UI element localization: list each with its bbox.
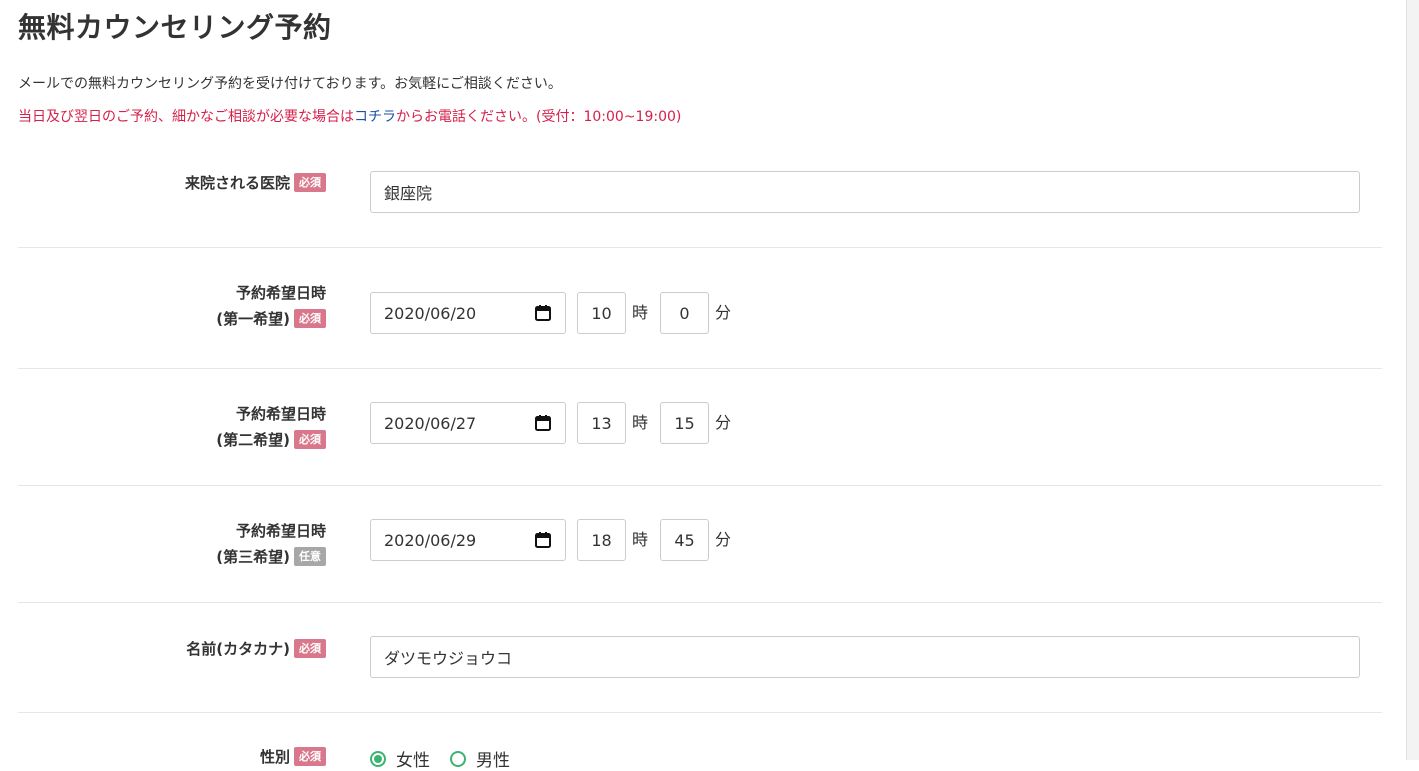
first-choice-row: 予約希望日時 (第一希望) 必須 2020/06/20 10 時 0 分: [18, 247, 1382, 369]
first-choice-minute-value: 0: [679, 303, 690, 323]
gender-label-text: 性別: [259, 748, 290, 766]
second-choice-label: 予約希望日時 (第二希望) 必須: [216, 401, 326, 453]
third-choice-date-value: 2020/06/29: [384, 530, 477, 550]
first-choice-hour-input[interactable]: 10: [577, 292, 626, 334]
clinic-label: 来院される医院 必須: [185, 170, 326, 196]
name-kana-field[interactable]: ダツモウジョウコ: [370, 636, 1360, 678]
clinic-field[interactable]: 銀座院: [370, 171, 1360, 213]
name-kana-row: 名前(カタカナ) 必須 ダツモウジョウコ: [18, 602, 1382, 713]
first-choice-label-line2: (第一希望): [216, 310, 290, 328]
name-kana-label-text: 名前(カタカナ): [186, 640, 290, 658]
required-badge: 必須: [294, 309, 326, 328]
third-choice-date-input[interactable]: 2020/06/29: [370, 519, 566, 561]
third-choice-hour-input[interactable]: 18: [577, 519, 626, 561]
second-choice-label-line2: (第二希望): [216, 431, 290, 449]
phone-notice: 当日及び翌日のご予約、細かなご相談が必要な場合はコチラからお電話ください。(受付…: [18, 106, 681, 126]
second-choice-date-input[interactable]: 2020/06/27: [370, 402, 566, 444]
name-kana-value: ダツモウジョウコ: [384, 649, 513, 668]
hour-unit: 時: [632, 413, 649, 432]
third-choice-minute-value: 45: [674, 530, 695, 550]
second-choice-minute-input[interactable]: 15: [660, 402, 709, 444]
phone-link[interactable]: コチラ: [354, 109, 396, 125]
calendar-icon[interactable]: [534, 414, 552, 432]
notice-text-before: 当日及び翌日のご予約、細かなご相談が必要な場合は: [18, 109, 354, 125]
calendar-icon[interactable]: [534, 531, 552, 549]
gender-radio-group: 女性 男性: [370, 746, 510, 771]
first-choice-label: 予約希望日時 (第一希望) 必須: [216, 280, 326, 332]
clinic-label-text: 来院される医院: [184, 174, 290, 192]
notice-text-after: からお電話ください。(受付：10:00~19:00): [396, 109, 682, 125]
required-badge: 必須: [294, 430, 326, 449]
second-choice-row: 予約希望日時 (第二希望) 必須 2020/06/27 13 時 15 分: [18, 368, 1382, 486]
minute-unit: 分: [715, 303, 732, 322]
intro-text: メールでの無料カウンセリング予約を受け付けております。お気軽にご相談ください。: [18, 76, 562, 92]
clinic-row: 来院される医院 必須 銀座院: [18, 150, 1382, 248]
second-choice-hour-input[interactable]: 13: [577, 402, 626, 444]
third-choice-minute-input[interactable]: 45: [660, 519, 709, 561]
first-choice-label-line1: 予約希望日時: [235, 284, 326, 302]
required-badge: 必須: [294, 747, 326, 766]
third-choice-label-line2: (第三希望): [216, 548, 290, 566]
required-badge: 必須: [294, 173, 326, 192]
radio-button-female[interactable]: [370, 750, 386, 767]
second-choice-hour-value: 13: [591, 413, 612, 433]
first-choice-date-input[interactable]: 2020/06/20: [370, 292, 566, 334]
third-choice-label-line1: 予約希望日時: [235, 522, 326, 540]
page-title: 無料カウンセリング予約: [18, 11, 332, 44]
optional-badge: 任意: [294, 547, 326, 566]
required-badge: 必須: [294, 639, 326, 658]
third-choice-label: 予約希望日時 (第三希望) 任意: [216, 518, 326, 570]
gender-option-female: 女性: [396, 751, 430, 771]
second-choice-date-value: 2020/06/27: [384, 413, 477, 433]
hour-unit: 時: [632, 303, 649, 322]
gender-label: 性別 必須: [260, 744, 326, 770]
minute-unit: 分: [715, 413, 732, 432]
second-choice-minute-value: 15: [674, 413, 695, 433]
second-choice-label-line1: 予約希望日時: [235, 405, 326, 423]
calendar-icon[interactable]: [534, 304, 552, 322]
radio-button-male[interactable]: [450, 750, 466, 767]
first-choice-minute-input[interactable]: 0: [660, 292, 709, 334]
page-scrollbar[interactable]: [1406, 0, 1419, 760]
gender-option-male: 男性: [476, 751, 510, 771]
third-choice-hour-value: 18: [591, 530, 612, 550]
hour-unit: 時: [632, 530, 649, 549]
first-choice-date-value: 2020/06/20: [384, 303, 477, 323]
third-choice-row: 予約希望日時 (第三希望) 任意 2020/06/29 18 時 45 分: [18, 485, 1382, 603]
name-kana-label: 名前(カタカナ) 必須: [186, 636, 326, 662]
minute-unit: 分: [715, 530, 732, 549]
clinic-value: 銀座院: [384, 184, 433, 203]
first-choice-hour-value: 10: [591, 303, 612, 323]
